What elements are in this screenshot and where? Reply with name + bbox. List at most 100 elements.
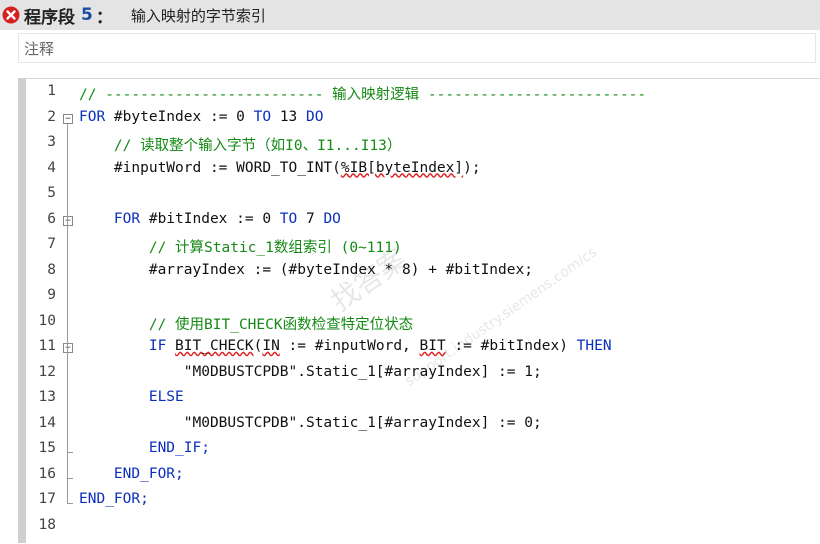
code-token: %IB[byteIndex] (340, 159, 464, 176)
code-line[interactable]: 11 IF BIT_CHECK(IN := #inputWord, BIT :=… (26, 338, 816, 364)
code-text[interactable]: #arrayIndex := (#byteIndex * 8) + #bitIn… (79, 262, 533, 278)
code-line[interactable]: 5 (26, 185, 816, 211)
error-icon (2, 6, 20, 24)
code-token: 13 (279, 108, 298, 125)
code-text[interactable]: END_FOR; (79, 491, 149, 507)
code-line[interactable]: 10 // 使用BIT_CHECK函数检查特定位状态 (26, 313, 816, 339)
code-token: FOR (79, 108, 106, 125)
comment-label: 注释 (24, 40, 55, 58)
code-text[interactable]: FOR #byteIndex := 0 TO 13 DO (79, 109, 323, 125)
editor-gutter-bar (18, 78, 26, 543)
line-number: 2 (47, 108, 56, 125)
code-token: #arrayIndex := (#byteIndex * 8) + #bitIn… (79, 261, 533, 278)
fold-toggle-icon[interactable]: − (63, 343, 73, 353)
code-token: TO (244, 108, 280, 125)
line-number: 14 (38, 414, 56, 431)
code-text[interactable]: // 读取整个输入字节（如I0、I1...I13） (79, 134, 402, 155)
line-number: 13 (38, 389, 56, 405)
network-colon: ： (95, 7, 113, 28)
line-number: 9 (47, 287, 56, 303)
code-text[interactable]: ELSE (79, 389, 184, 405)
code-text[interactable]: #inputWord := WORD_TO_INT(%IB[byteIndex]… (79, 160, 481, 176)
code-line[interactable]: 14 "M0DBUSTCPDB".Static_1[#arrayIndex] :… (26, 415, 816, 441)
code-token: 0 (524, 414, 533, 431)
code-line[interactable]: 8 #arrayIndex := (#byteIndex * 8) + #bit… (26, 262, 816, 288)
code-token: ; (532, 363, 542, 380)
code-line[interactable]: 13 ELSE (26, 389, 816, 415)
code-token: BIT (419, 338, 446, 354)
line-number: 16 (38, 465, 56, 482)
network-name[interactable]: 输入映射的字节索引 (131, 5, 266, 26)
code-line[interactable]: 6 FOR #bitIndex := 0 TO 7 DO (26, 211, 816, 237)
code-line[interactable]: 9 (26, 287, 816, 313)
code-token: "M0DBUSTCPDB".Static_1[#arrayIndex] := (79, 414, 525, 431)
code-line[interactable]: 4 #inputWord := WORD_TO_INT(%IB[byteInde… (26, 160, 816, 186)
code-token: 0 (236, 108, 245, 125)
network-title: 程序段 (24, 7, 75, 28)
fold-guide-end (67, 477, 73, 479)
code-token: DO (297, 108, 324, 125)
code-line[interactable]: 15 END_IF; (26, 440, 816, 466)
line-number: 12 (38, 363, 56, 380)
code-token: // ------------------------- 输入映射逻辑 ----… (79, 87, 647, 103)
line-number: 15 (38, 440, 56, 456)
code-token: // 读取整个输入字节（如I0、I1...I13） (79, 138, 402, 154)
network-number: 5 (81, 5, 93, 25)
comment-field[interactable]: 注释 (18, 33, 816, 63)
code-editor[interactable]: 找答案 support.industry.siemens.com/cs 1// … (26, 78, 820, 544)
code-text[interactable]: "M0DBUSTCPDB".Static_1[#arrayIndex] := 1… (79, 364, 542, 380)
code-token: END_FOR; (79, 491, 149, 507)
code-token: IN (262, 338, 280, 354)
fold-toggle-icon[interactable]: − (63, 215, 73, 226)
code-line[interactable]: 1 // ------------------------- 输入映射逻辑 ---… (26, 83, 816, 109)
code-text[interactable]: IF BIT_CHECK(IN := #inputWord, BIT := #b… (79, 338, 612, 354)
fold-guide-line (67, 353, 68, 452)
fold-toggle-icon[interactable]: − (63, 113, 73, 124)
code-line[interactable]: 7 // 计算Static_1数组索引 (0~111) (26, 236, 816, 262)
line-number: 5 (47, 185, 56, 201)
code-token: ); (463, 159, 481, 176)
code-token: // 使用BIT_CHECK函数检查特定位状态 (79, 316, 414, 333)
line-number: 10 (38, 312, 56, 329)
code-token: #inputWord := WORD_TO_INT( (79, 159, 341, 176)
code-token: ; (532, 414, 542, 431)
code-token: IF (79, 338, 167, 354)
line-number: 11 (38, 338, 56, 354)
line-number: 18 (38, 516, 56, 533)
line-number: 4 (47, 159, 56, 176)
code-token: FOR (79, 210, 141, 227)
code-line[interactable]: 16 END_FOR; (26, 466, 816, 492)
code-token: := #bitIndex) (445, 338, 577, 354)
code-token: #byteIndex := (105, 108, 237, 125)
line-number: 6 (47, 210, 56, 227)
code-token: TO (271, 210, 306, 227)
code-text[interactable]: // 使用BIT_CHECK函数检查特定位状态 (79, 313, 413, 334)
code-line[interactable]: 17 END_FOR; (26, 491, 816, 517)
line-number: 3 (47, 134, 56, 150)
code-text[interactable]: // ------------------------- 输入映射逻辑 ----… (79, 83, 646, 104)
code-token: DO (314, 210, 341, 227)
code-line[interactable]: 18 (26, 517, 816, 543)
code-token: END_IF; (79, 440, 210, 456)
code-token: THEN (576, 338, 612, 354)
line-number: 8 (47, 261, 56, 278)
code-token: // 计算Static_1数组索引 (0~111) (79, 240, 402, 256)
code-text[interactable]: "M0DBUSTCPDB".Static_1[#arrayIndex] := 0… (79, 415, 542, 431)
code-text[interactable]: FOR #bitIndex := 0 TO 7 DO (79, 211, 341, 227)
code-token: "M0DBUSTCPDB".Static_1[#arrayIndex] := (79, 363, 525, 380)
fold-guide-end (67, 452, 73, 453)
code-token: 1 (524, 363, 533, 380)
code-token: 0 (262, 210, 272, 227)
code-line[interactable]: 2 FOR #byteIndex := 0 TO 13 DO (26, 109, 816, 135)
code-line[interactable]: 12 "M0DBUSTCPDB".Static_1[#arrayIndex] :… (26, 364, 816, 390)
code-text[interactable]: END_FOR; (79, 466, 184, 482)
code-token: BIT_CHECK (175, 338, 254, 354)
code-line[interactable]: 3 // 读取整个输入字节（如I0、I1...I13） (26, 134, 816, 160)
code-text[interactable]: END_IF; (79, 440, 210, 456)
line-number: 7 (47, 236, 56, 252)
code-token: := #inputWord, (279, 338, 420, 354)
code-text[interactable]: // 计算Static_1数组索引 (0~111) (79, 236, 402, 257)
code-token: 7 (305, 210, 315, 227)
network-header[interactable]: 程序段 5 ： 输入映射的字节索引 (0, 0, 820, 30)
